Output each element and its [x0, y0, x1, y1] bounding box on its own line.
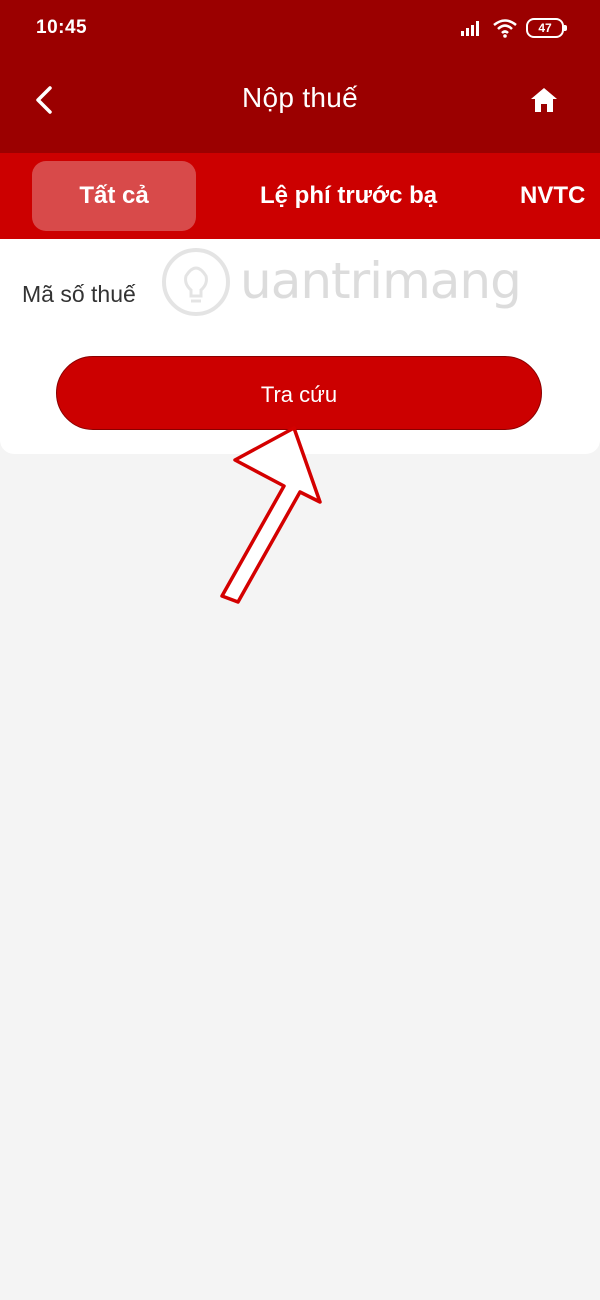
page-title: Nộp thuế — [241, 82, 359, 113]
tab-nvtc[interactable]: NVTC — [520, 161, 585, 231]
status-time: 10:45 — [36, 17, 88, 38]
tab-all[interactable]: Tất cả — [32, 161, 196, 231]
signal-icon — [461, 21, 479, 36]
battery-icon: 47 — [526, 18, 567, 38]
home-icon[interactable] — [528, 84, 560, 116]
status-icons: 47 — [460, 18, 567, 38]
status-bar: 10:45 47 — [0, 0, 600, 56]
search-card: Mã số thuế Tra cứu — [0, 239, 600, 454]
app-bar: Nộp thuế — [0, 56, 600, 153]
wifi-icon — [493, 19, 517, 38]
tab-registration-fee[interactable]: Lệ phí trước bạ — [260, 161, 437, 231]
tax-code-label: Mã số thuế — [22, 281, 136, 307]
tab-bar: Tất cả Lệ phí trước bạ NVTC — [0, 153, 600, 239]
tax-code-input[interactable] — [170, 269, 574, 321]
search-button[interactable]: Tra cứu — [56, 356, 542, 430]
